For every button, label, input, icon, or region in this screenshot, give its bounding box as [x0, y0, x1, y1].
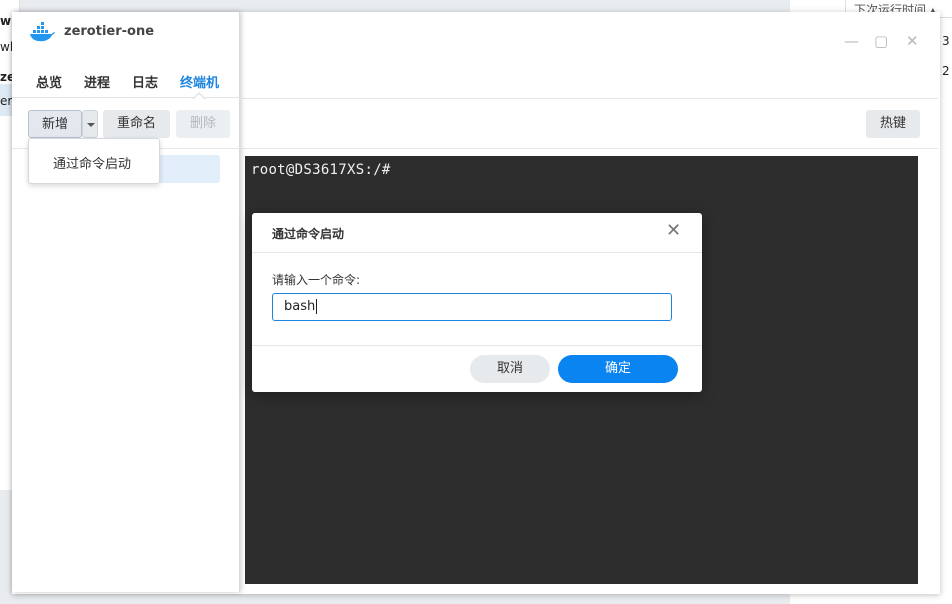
tab-overview[interactable]: 总览 — [36, 72, 62, 91]
delete-button[interactable]: 删除 — [176, 110, 230, 138]
tab-processes[interactable]: 进程 — [84, 72, 110, 91]
tab-terminal[interactable]: 终端机 — [180, 72, 219, 91]
rename-button[interactable]: 重命名 — [103, 110, 170, 138]
bg-cell-value: 2 — [942, 64, 950, 78]
command-input[interactable]: bash — [272, 293, 672, 321]
tab-logs[interactable]: 日志 — [132, 72, 158, 91]
bg-cell-value: 3 — [942, 34, 950, 48]
app-side-panel: zerotier-one 总览 进程 日志 终端机 新增 重命名 删除 — [12, 12, 240, 592]
divider — [242, 98, 938, 99]
terminal-list-item-selected[interactable] — [158, 155, 220, 183]
maximize-icon[interactable]: ▢ — [874, 34, 888, 49]
active-tab-indicator — [193, 94, 205, 100]
ok-button[interactable]: 确定 — [558, 355, 678, 383]
new-dropdown-caret-icon[interactable] — [82, 110, 98, 138]
divider — [242, 148, 938, 149]
cancel-button[interactable]: 取消 — [470, 355, 550, 383]
divider — [252, 252, 702, 253]
new-button[interactable]: 新增 — [28, 110, 82, 138]
command-input-value: bash — [284, 299, 316, 314]
command-label: 请输入一个命令: — [272, 273, 361, 287]
hotkey-button[interactable]: 热键 — [866, 110, 920, 138]
launch-command-dialog: 通过命令启动 ✕ 请输入一个命令: bash 取消 确定 — [252, 213, 702, 392]
app-title: zerotier-one — [64, 24, 155, 39]
dialog-title: 通过命令启动 — [272, 227, 345, 241]
terminal-prompt: root@DS3617XS:/# — [251, 162, 391, 178]
docker-whale-icon — [30, 22, 55, 42]
minimize-icon[interactable]: — — [844, 34, 859, 49]
close-icon[interactable]: ✕ — [906, 34, 919, 49]
text-caret — [316, 299, 318, 314]
divider — [252, 345, 702, 346]
menu-item-launch-by-command[interactable]: 通过命令启动 — [53, 153, 131, 172]
close-icon[interactable]: ✕ — [666, 222, 681, 240]
new-dropdown-menu: 通过命令启动 — [28, 138, 160, 184]
